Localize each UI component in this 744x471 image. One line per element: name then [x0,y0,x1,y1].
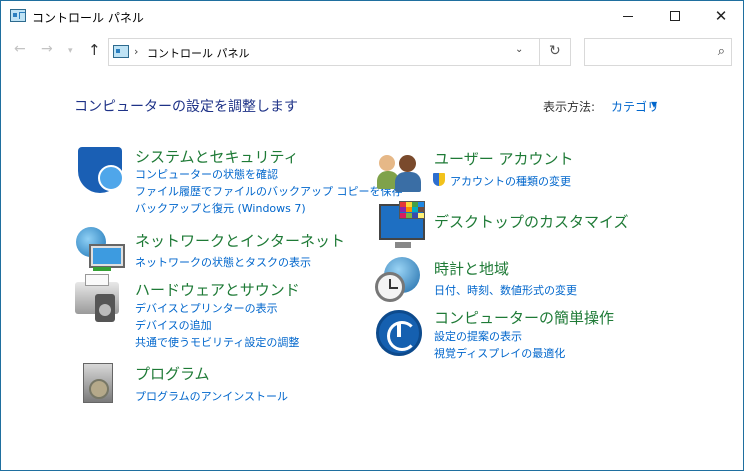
address-bar[interactable]: › コントロール パネル ⌄ ↻ [108,38,571,66]
category-clock-region[interactable]: 時計と地域 [434,258,509,279]
control-panel-window: コントロール パネル ✕ ← → ▾ ↑ › コントロール パネル ⌄ ↻ ⌕ … [0,0,744,471]
recent-locations-chevron-icon[interactable]: ▾ [68,46,73,56]
link-backup-restore[interactable]: バックアップと復元 (Windows 7) [135,200,306,216]
link-add-device[interactable]: デバイスの追加 [135,317,212,333]
category-programs[interactable]: プログラム [135,363,210,384]
refresh-icon[interactable]: ↻ [549,43,561,59]
shield-icon[interactable] [78,147,124,193]
link-devices-printers[interactable]: デバイスとプリンターの表示 [135,300,278,316]
link-network-status[interactable]: ネットワークの状態とタスクの表示 [135,254,311,270]
category-system-security[interactable]: システムとセキュリティ [135,146,299,167]
user-head-icon [399,155,416,172]
close-icon: ✕ [714,7,728,25]
user-body-icon [395,172,421,192]
breadcrumb-separator-icon[interactable]: › [134,45,138,58]
control-panel-location-icon [113,45,129,58]
minimize-icon [623,15,633,17]
link-check-computer-status[interactable]: コンピューターの状態を確認 [135,166,278,182]
user-head-icon [379,155,395,171]
category-user-accounts[interactable]: ユーザー アカウント [434,148,573,169]
link-settings-suggestions[interactable]: 設定の提案の表示 [434,328,522,344]
maximize-icon [670,11,680,21]
category-network-internet[interactable]: ネットワークとインターネット [135,230,345,251]
color-palette-icon [399,201,425,219]
program-disc-icon [89,379,109,399]
ease-of-access-icon[interactable] [376,310,422,356]
view-by-label: 表示方法: [543,100,596,114]
clock-icon [375,272,405,302]
category-hardware-sound[interactable]: ハードウェアとサウンド [135,279,300,300]
minimize-button[interactable] [605,1,651,31]
page-title: コンピューターの設定を調整します [74,99,298,115]
close-button[interactable]: ✕ [698,1,744,31]
search-icon[interactable]: ⌕ [718,44,725,59]
category-appearance[interactable]: デスクトップのカスタマイズ [434,211,629,232]
link-file-history-backup[interactable]: ファイル履歴でファイルのバックアップ コピーを保存 [135,183,403,199]
link-mobility-settings[interactable]: 共通で使うモビリティ設定の調整 [135,334,299,350]
window-title: コントロール パネル [32,11,144,25]
speaker-icon [95,294,115,322]
users-icon[interactable] [377,153,423,193]
view-by-chevron-icon[interactable]: ▼ [651,100,657,109]
network-monitor-icon [89,244,125,268]
link-uninstall-program[interactable]: プログラムのアンインストール [135,388,288,404]
search-box[interactable]: ⌕ [584,38,732,66]
maximize-button[interactable] [652,1,698,31]
link-change-account-type[interactable]: アカウントの種類の変更 [450,173,571,189]
uac-shield-icon [433,173,445,186]
network-cable-icon [93,267,111,271]
control-panel-app-icon [10,9,26,22]
up-arrow-button[interactable]: ↑ [88,41,101,59]
category-ease-of-access[interactable]: コンピューターの簡単操作 [434,307,614,328]
link-change-date-time-format[interactable]: 日付、時刻、数値形式の変更 [434,282,577,298]
address-divider [539,39,540,65]
address-dropdown-chevron-icon[interactable]: ⌄ [515,44,523,55]
forward-button[interactable]: → [41,41,53,57]
title-bar: コントロール パネル ✕ [1,1,743,31]
link-optimize-visual-display[interactable]: 視覚ディスプレイの最適化 [434,345,565,361]
breadcrumb-control-panel[interactable]: コントロール パネル [147,45,250,61]
back-button[interactable]: ← [14,41,26,57]
